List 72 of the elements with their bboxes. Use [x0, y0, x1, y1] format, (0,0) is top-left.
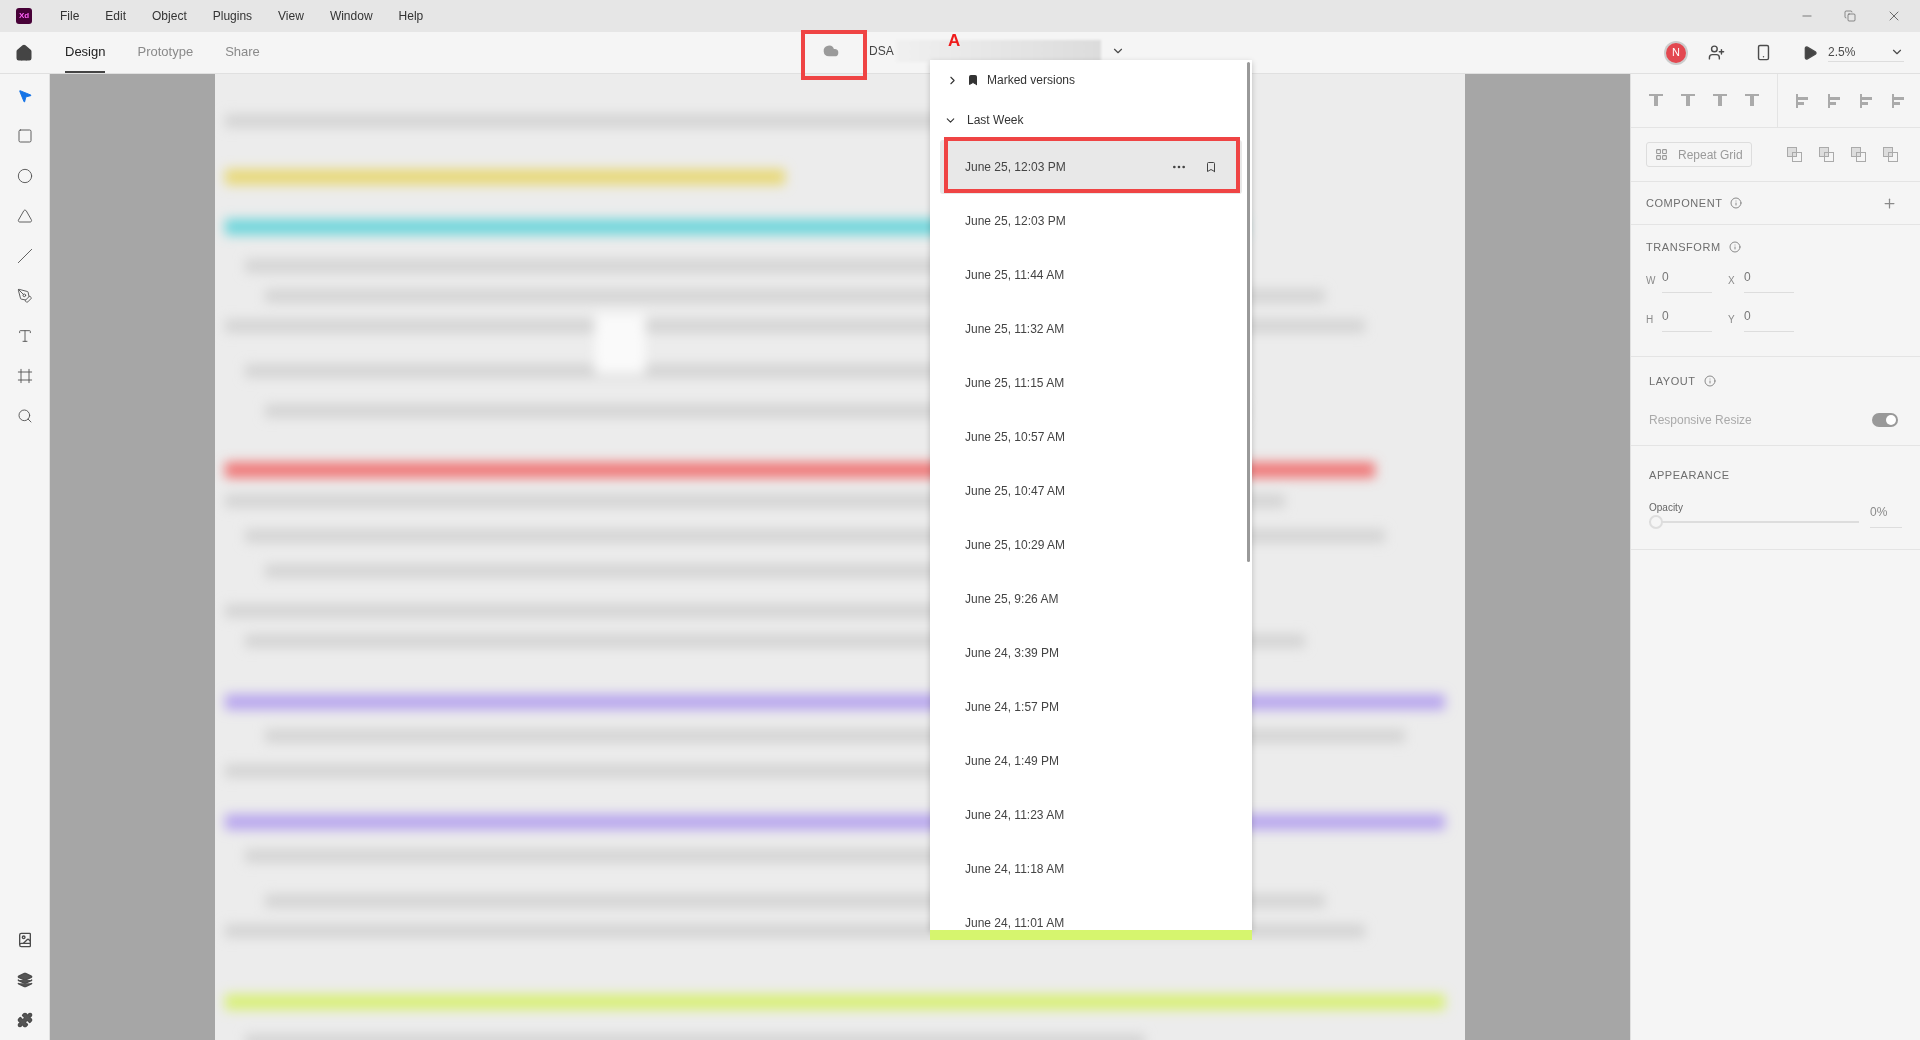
- user-avatar[interactable]: N: [1666, 42, 1686, 63]
- triangle-icon[interactable]: [16, 208, 33, 224]
- cloud-icon[interactable]: [823, 43, 839, 59]
- section-title: TRANSFORM: [1646, 240, 1721, 255]
- version-item[interactable]: June 24, 1:49 PM: [940, 734, 1242, 788]
- marked-versions-group[interactable]: Marked versions: [930, 60, 1252, 100]
- field-label: Y: [1728, 312, 1736, 327]
- version-item[interactable]: June 24, 3:39 PM: [940, 626, 1242, 680]
- number-field[interactable]: 0: [1744, 267, 1794, 293]
- menu-item[interactable]: Plugins: [212, 7, 253, 25]
- version-item[interactable]: June 25, 10:47 AM: [940, 464, 1242, 518]
- version-item[interactable]: June 25, 11:15 AM: [940, 356, 1242, 410]
- section-title: APPEARANCE: [1649, 469, 1730, 481]
- artboard-icon[interactable]: [16, 368, 33, 384]
- restore-icon[interactable]: [1844, 10, 1856, 22]
- play-icon[interactable]: [1802, 44, 1818, 61]
- version-item[interactable]: June 24, 11:18 AM: [940, 842, 1242, 896]
- number-field[interactable]: 0: [1662, 306, 1712, 332]
- bookmark-icon: [967, 74, 979, 86]
- slider-thumb[interactable]: [1649, 515, 1663, 529]
- menu-item[interactable]: Object: [152, 7, 187, 25]
- version-item[interactable]: June 24, 11:01 AM: [940, 896, 1242, 930]
- line-icon[interactable]: [16, 248, 33, 264]
- boolean-path-icons[interactable]: [1787, 146, 1899, 163]
- add-icon[interactable]: [1882, 195, 1897, 211]
- field-label: W: [1646, 273, 1654, 288]
- layers-icon[interactable]: [16, 972, 33, 988]
- version-item[interactable]: June 24, 1:57 PM: [940, 680, 1242, 734]
- opacity-slider[interactable]: [1649, 515, 1859, 529]
- ellipse-icon[interactable]: [16, 168, 33, 184]
- number-field[interactable]: 0: [1744, 306, 1794, 332]
- info-icon[interactable]: [1728, 241, 1741, 254]
- home-icon[interactable]: [15, 43, 33, 62]
- bookmark-icon[interactable]: [1205, 161, 1217, 173]
- number-field[interactable]: 0: [1662, 267, 1712, 293]
- zoom-field[interactable]: 2.5%: [1828, 43, 1904, 62]
- text-icon[interactable]: [16, 328, 33, 344]
- version-item[interactable]: June 25, 10:29 AM: [940, 518, 1242, 572]
- grid-icon: [1655, 148, 1668, 161]
- last-week-group[interactable]: Last Week: [930, 100, 1252, 140]
- menu-item[interactable]: View: [278, 7, 304, 25]
- phone-icon[interactable]: [1755, 44, 1772, 61]
- plugins-icon[interactable]: [16, 1012, 33, 1028]
- field-label: X: [1728, 273, 1736, 288]
- version-item[interactable]: June 25, 9:26 AM: [940, 572, 1242, 626]
- pen-icon[interactable]: [16, 288, 33, 304]
- opacity-label: Opacity: [1649, 501, 1683, 515]
- version-item[interactable]: June 25, 11:44 AM: [940, 248, 1242, 302]
- responsive-resize-label: Responsive Resize: [1649, 412, 1752, 429]
- field-label: H: [1646, 312, 1654, 327]
- version-item[interactable]: June 25, 12:03 PM: [940, 194, 1242, 248]
- section-title: LAYOUT: [1649, 373, 1696, 389]
- search-icon[interactable]: [16, 408, 33, 424]
- rectangle-icon[interactable]: [16, 128, 33, 144]
- version-item[interactable]: June 25, 11:32 AM: [940, 302, 1242, 356]
- annotation-label: A: [948, 30, 961, 52]
- assets-icon[interactable]: [16, 932, 33, 948]
- select-arrow-icon[interactable]: [16, 88, 33, 104]
- menu-item[interactable]: Window: [329, 7, 373, 25]
- version-item[interactable]: June 25, 10:57 AM: [940, 410, 1242, 464]
- annotation-frame: [801, 30, 867, 80]
- section-title: COMPONENT: [1646, 195, 1723, 211]
- info-icon[interactable]: [1703, 374, 1716, 387]
- document-title[interactable]: DSA: [869, 42, 894, 60]
- menu-item[interactable]: Help: [398, 7, 424, 25]
- version-item[interactable]: June 24, 11:23 AM: [940, 788, 1242, 842]
- responsive-resize-toggle[interactable]: [1872, 413, 1898, 427]
- menu-item[interactable]: File: [60, 7, 80, 25]
- app-logo: Xd: [16, 8, 32, 24]
- info-icon[interactable]: [1730, 197, 1743, 209]
- menu-item[interactable]: Edit: [105, 7, 127, 25]
- user-plus-icon[interactable]: [1708, 44, 1725, 61]
